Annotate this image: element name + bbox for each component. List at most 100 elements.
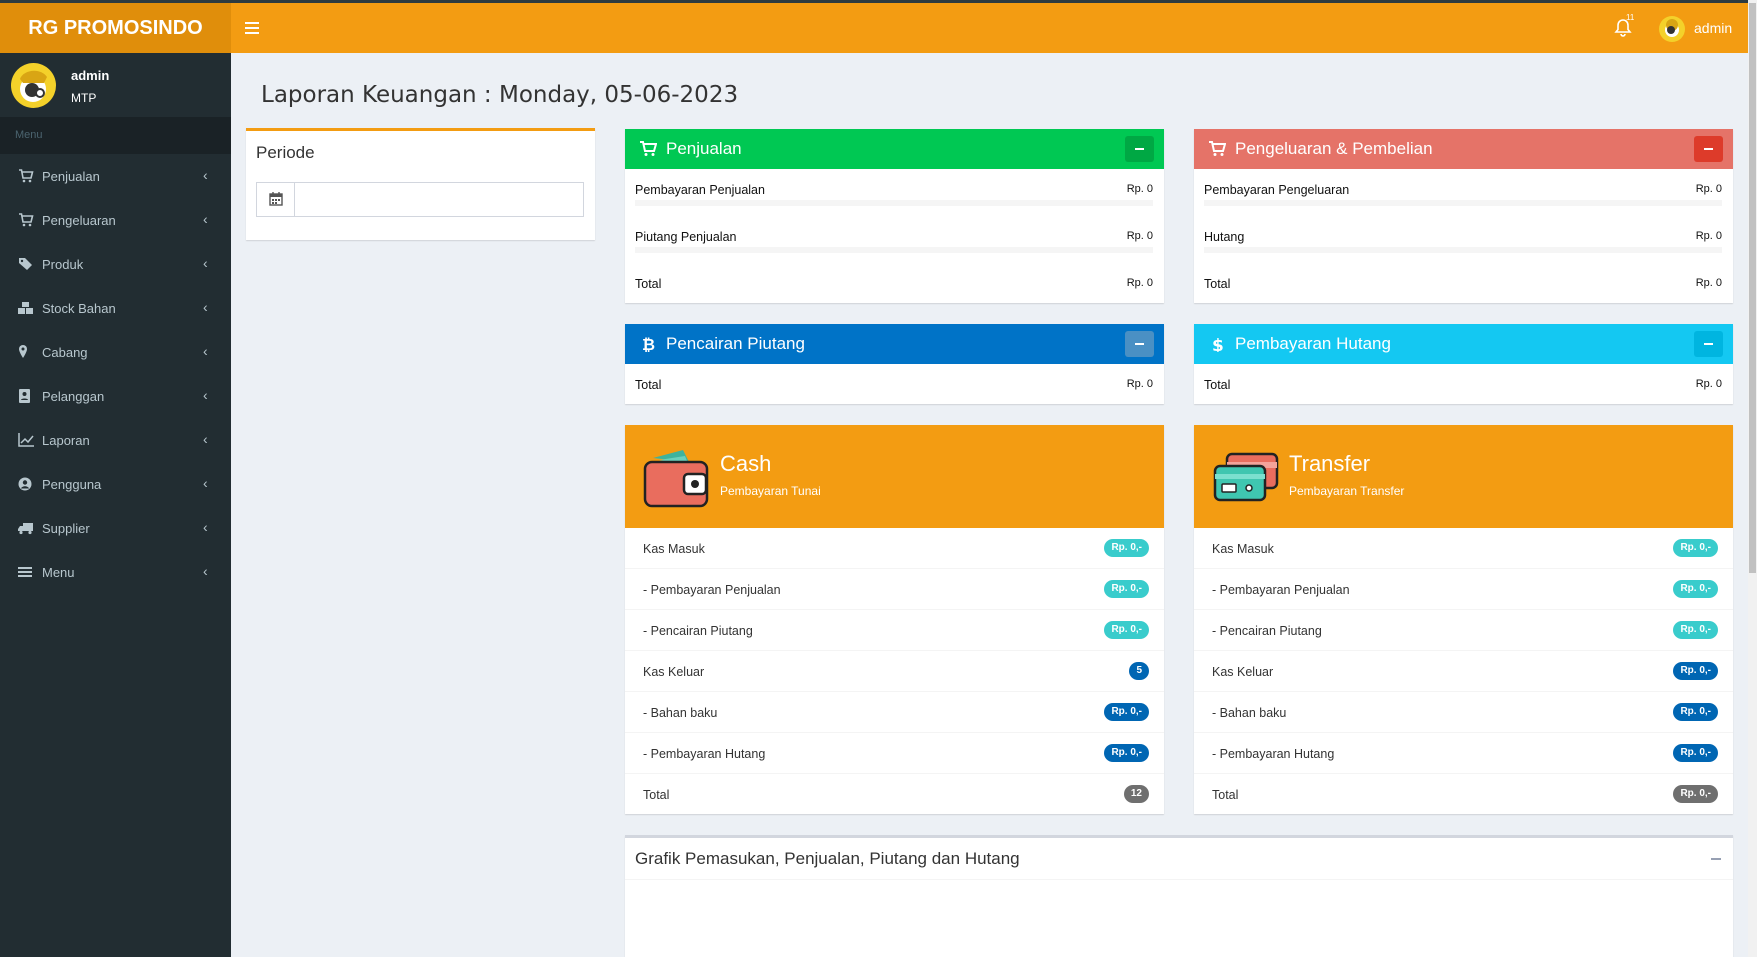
sidebar-item-label: Penjualan [42,169,100,184]
sidebar-item-pengguna[interactable]: Pengguna ‹ [0,462,231,506]
pembayaran-hutang-box: $ Pembayaran Hutang Total Rp. 0 [1194,324,1733,404]
chevron-left-icon: ‹ [203,519,208,535]
sidebar-item-label: Supplier [42,521,90,536]
collapse-button[interactable] [1694,331,1723,357]
pengeluaran-box: Pengeluaran & Pembelian Pembayaran Penge… [1194,129,1733,303]
pencairan-piutang-box: ₿ Pencairan Piutang Total Rp. 0 [625,324,1164,404]
sidebar-item-penjualan[interactable]: Penjualan ‹ [0,154,231,198]
brand-logo[interactable]: RG PROMOSINDO [0,3,231,53]
status-badge: Rp. 0,- [1673,621,1718,639]
collapse-button[interactable] [1125,136,1154,162]
status-badge: Rp. 0,- [1104,580,1149,598]
scrollbar-thumb[interactable] [1749,3,1756,573]
sidebar-item-label: Menu [42,565,75,580]
transfer-title: Transfer [1289,451,1371,476]
cash-widget: Cash Pembayaran Tunai Kas Masuk Rp. 0,- -… [625,425,1164,814]
map-marker-icon [19,345,27,358]
svg-text:₿: ₿ [642,336,655,352]
status-badge: Rp. 0,- [1673,744,1718,762]
list-item: Total Rp. 0 [635,378,1153,392]
collapse-button[interactable] [1694,136,1723,162]
svg-text:$: $ [1212,336,1224,352]
chevron-left-icon: ‹ [203,475,208,491]
status-badge: Rp. 0,- [1104,539,1149,557]
cart-icon [640,141,657,156]
page-title: Laporan Keuangan : Monday, 05-06-2023 [261,82,739,108]
box-title: Pencairan Piutang [666,334,805,353]
transfer-widget: Transfer Pembayaran Transfer Kas Masuk Rp… [1194,425,1733,814]
status-badge: 5 [1129,662,1149,680]
chevron-left-icon: ‹ [203,167,208,183]
avatar [11,63,56,108]
sidebar-toggle-icon[interactable] [243,19,261,37]
transfer-header: Transfer Pembayaran Transfer [1194,425,1733,528]
credit-card-icon [1213,452,1279,502]
chevron-left-icon: ‹ [203,299,208,315]
box-title: Penjualan [666,139,742,158]
list-item: - Bahan baku Rp. 0,- [1194,692,1733,733]
list-item: - Pembayaran Penjualan Rp. 0,- [625,569,1164,610]
sidebar-item-menu[interactable]: Menu ‹ [0,550,231,594]
tags-icon [19,258,32,270]
sidebar-item-label: Pelanggan [42,389,105,404]
sidebar-item-pengeluaran[interactable]: Pengeluaran ‹ [0,198,231,242]
status-badge: Rp. 0,- [1104,744,1149,762]
wallet-icon [643,450,709,508]
list-item: Total Rp. 0 [1204,378,1722,392]
divider [625,879,1733,880]
cart-icon [19,213,34,227]
list-item: - Pencairan Piutang Rp. 0,- [625,610,1164,651]
status-badge: Rp. 0,- [1673,662,1718,680]
cart-icon [19,169,34,183]
collapse-button[interactable] [1711,858,1721,860]
status-badge: Rp. 0,- [1104,703,1149,721]
header-username[interactable]: admin [1694,20,1732,36]
graph-box: Grafik Pemasukan, Penjualan, Piutang dan… [625,835,1733,957]
sidebar-item-laporan[interactable]: Laporan ‹ [0,418,231,462]
pengeluaran-header: Pengeluaran & Pembelian [1194,129,1733,169]
chevron-left-icon: ‹ [203,563,208,579]
list-item: Pembayaran Pengeluaran Rp. 0 [1204,183,1722,197]
sidebar-item-produk[interactable]: Produk ‹ [0,242,231,286]
sidebar-item-label: Cabang [42,345,88,360]
transfer-subtitle: Pembayaran Transfer [1289,484,1405,498]
chevron-left-icon: ‹ [203,343,208,359]
penjualan-header: Penjualan [625,129,1164,169]
truck-icon [18,523,33,535]
list-item: Total Rp. 0 [635,277,1153,291]
list-item: Total 12 [625,774,1164,815]
scrollbar[interactable] [1748,0,1757,957]
sidebar-item-label: Pengeluaran [42,213,116,228]
sidebar-item-supplier[interactable]: Supplier ‹ [0,506,231,550]
status-badge: Rp. 0,- [1104,621,1149,639]
sidebar-item-label: Pengguna [42,477,102,492]
list-item: - Pembayaran Hutang Rp. 0,- [1194,733,1733,774]
chevron-left-icon: ‹ [203,255,208,271]
sidebar-item-stock-bahan[interactable]: Stock Bahan ‹ [0,286,231,330]
calendar-icon[interactable] [257,183,295,216]
menu-header: Menu [0,117,231,154]
list-item: Kas Masuk Rp. 0,- [625,528,1164,569]
collapse-button[interactable] [1125,331,1154,357]
date-range-field[interactable] [256,182,584,217]
notification-count: 11 [1626,13,1635,22]
list-item: - Pembayaran Hutang Rp. 0,- [625,733,1164,774]
sidebar-item-pelanggan[interactable]: Pelanggan ‹ [0,374,231,418]
list-item: Kas Keluar 5 [625,651,1164,692]
bars-icon [18,567,32,577]
pencairan-header: ₿ Pencairan Piutang [625,324,1164,364]
avatar[interactable] [1659,16,1685,42]
progress-track [635,200,1153,206]
box-title: Pembayaran Hutang [1235,334,1391,353]
bitcoin-icon: ₿ [642,336,655,352]
status-badge: Rp. 0,- [1673,785,1718,803]
list-item: Pembayaran Penjualan Rp. 0 [635,183,1153,197]
user-role: MTP [71,91,97,105]
chevron-left-icon: ‹ [203,211,208,227]
box-title: Pengeluaran & Pembelian [1235,139,1433,158]
sidebar-item-cabang[interactable]: Cabang ‹ [0,330,231,374]
status-badge: Rp. 0,- [1673,539,1718,557]
periode-title: Periode [256,143,315,162]
progress-track [1204,200,1722,206]
status-badge: 12 [1123,785,1149,803]
